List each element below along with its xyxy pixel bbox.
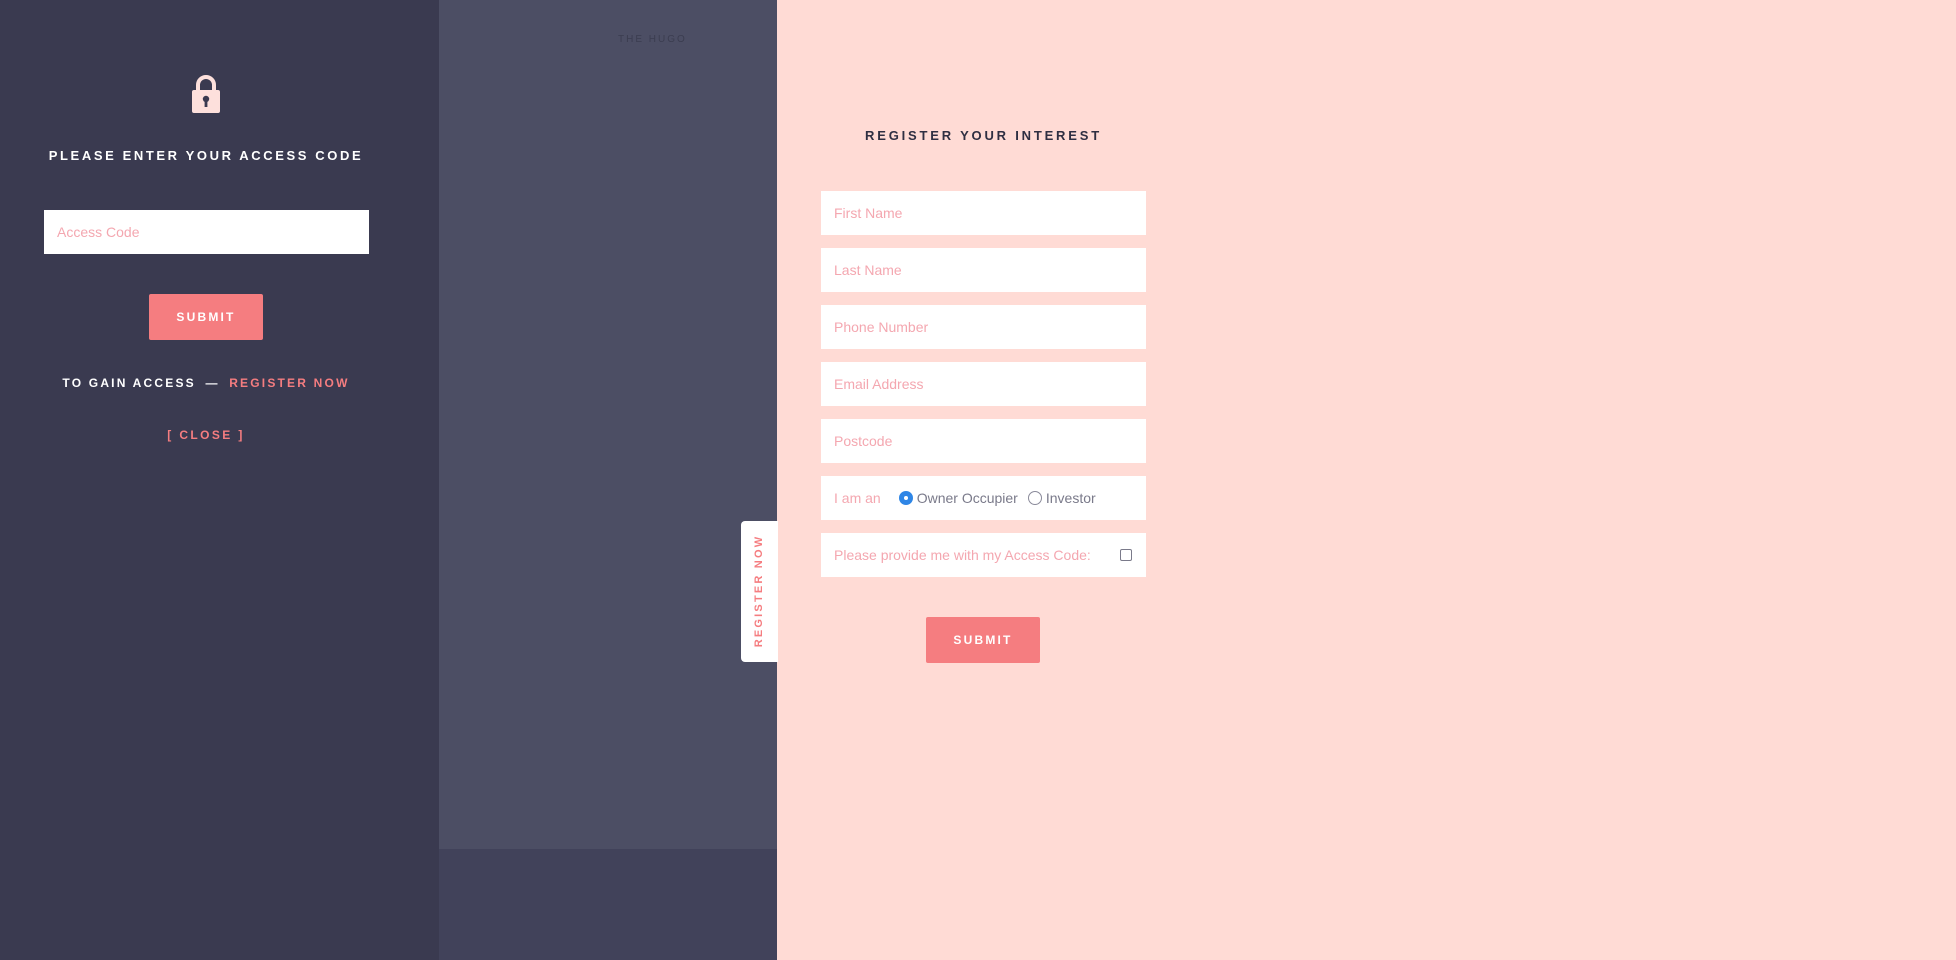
buyer-type-prefix: I am an xyxy=(834,490,881,506)
register-submit-button[interactable]: SUBMIT xyxy=(926,617,1040,663)
brand-name: THE HUGO xyxy=(618,34,687,45)
radio-owner-occupier[interactable]: Owner Occupier xyxy=(898,490,1018,506)
middle-panel xyxy=(439,0,777,849)
register-now-tab-label: REGISTER NOW xyxy=(753,534,765,648)
postcode-field[interactable] xyxy=(821,419,1146,463)
radio-investor[interactable]: Investor xyxy=(1027,490,1096,506)
access-submit-button[interactable]: SUBMIT xyxy=(149,294,263,340)
radio-investor-circle[interactable] xyxy=(1027,491,1042,505)
gain-access-label: TO GAIN ACCESS xyxy=(62,376,196,390)
form-title: REGISTER YOUR INTEREST xyxy=(865,128,1102,143)
email-address-field[interactable] xyxy=(821,362,1146,406)
radio-investor-label: Investor xyxy=(1045,490,1096,506)
close-link[interactable]: [ CLOSE ] xyxy=(0,428,412,442)
last-name-field[interactable] xyxy=(821,248,1146,292)
access-title: PLEASE ENTER YOUR ACCESS CODE xyxy=(48,148,364,163)
register-now-link[interactable]: REGISTER NOW xyxy=(229,376,349,390)
phone-number-field[interactable] xyxy=(821,305,1146,349)
lock-icon xyxy=(192,75,220,113)
access-code-request-row: Please provide me with my Access Code: xyxy=(821,533,1146,577)
middle-panel-footer xyxy=(439,849,777,960)
buyer-type-radio-group: I am an Owner Occupier Investor xyxy=(821,476,1146,520)
access-code-request-checkbox[interactable] xyxy=(1120,549,1132,561)
access-panel: PLEASE ENTER YOUR ACCESS CODE SUBMIT TO … xyxy=(0,0,439,960)
radio-owner-occupier-circle[interactable] xyxy=(898,491,913,505)
register-now-tab[interactable]: REGISTER NOW xyxy=(741,521,778,662)
first-name-field[interactable] xyxy=(821,191,1146,235)
gain-access-dash: — xyxy=(205,376,220,390)
access-code-request-label: Please provide me with my Access Code: xyxy=(834,547,1091,563)
radio-owner-occupier-label: Owner Occupier xyxy=(916,490,1018,506)
access-code-input[interactable] xyxy=(44,210,369,254)
gain-access-text: TO GAIN ACCESS — REGISTER NOW xyxy=(0,376,412,390)
